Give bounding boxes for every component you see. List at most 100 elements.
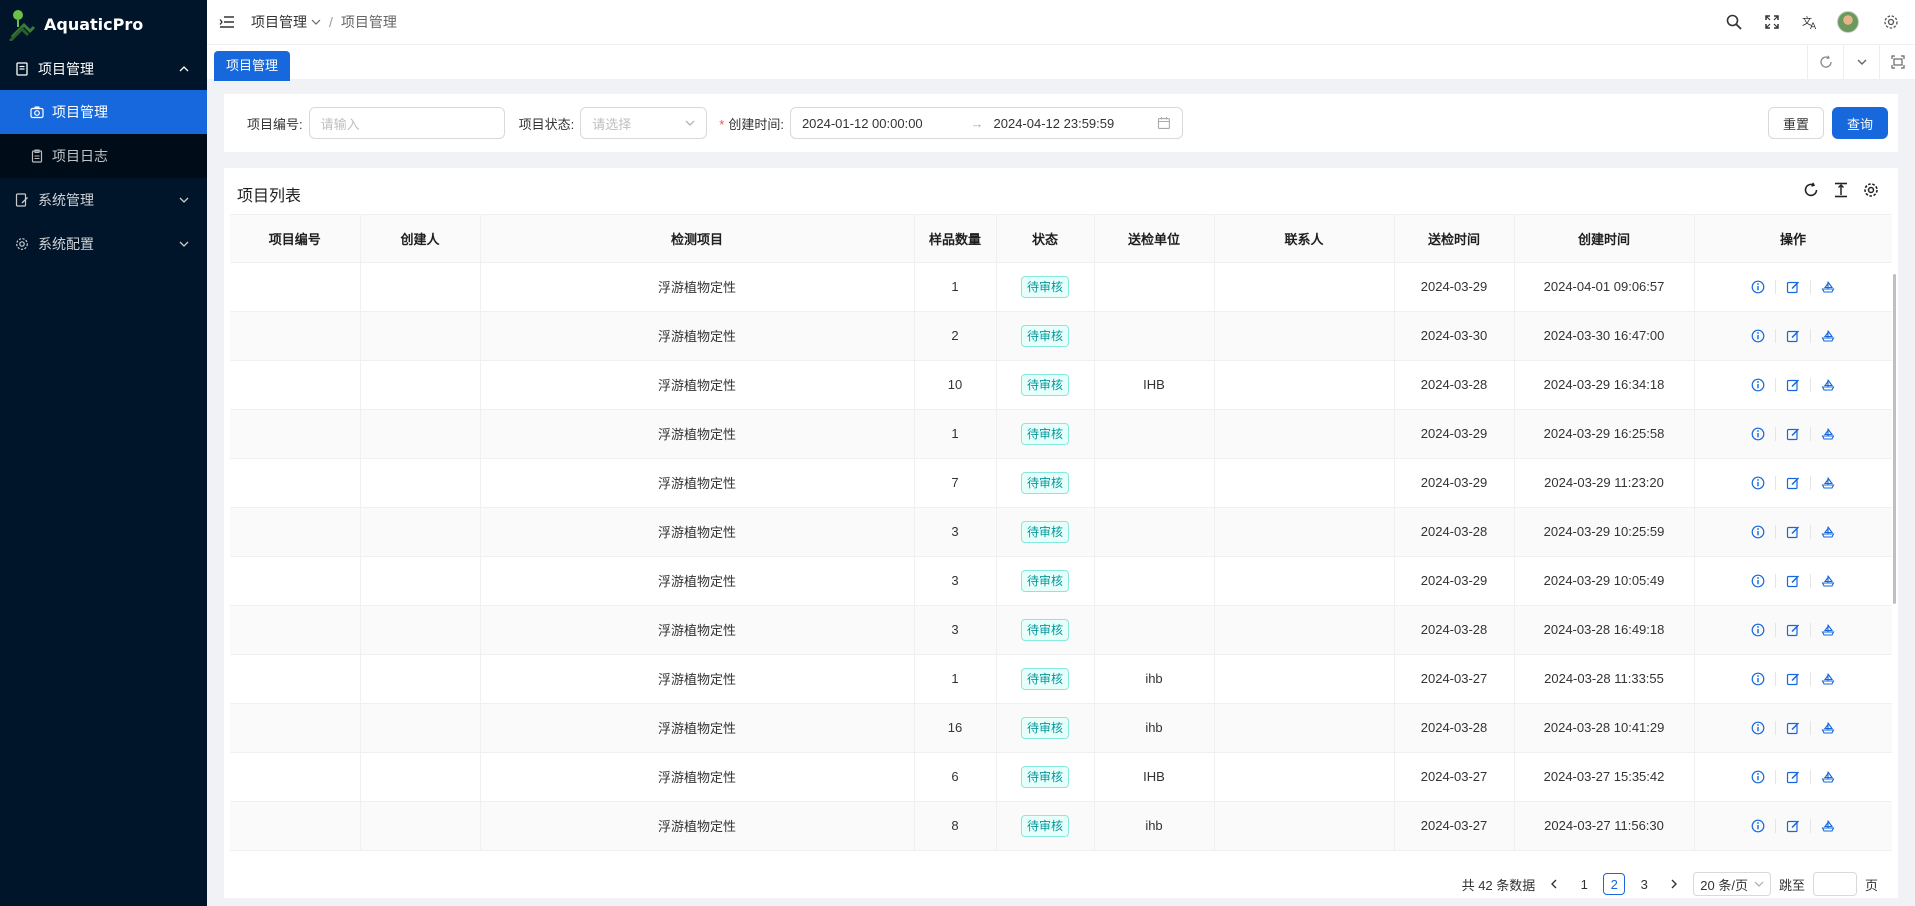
info-icon[interactable]: [1750, 377, 1766, 393]
fullscreen-icon[interactable]: [1753, 0, 1791, 44]
ship-icon[interactable]: [1820, 475, 1836, 491]
page-1[interactable]: 1: [1573, 873, 1595, 895]
camera-icon: [30, 105, 44, 119]
query-button[interactable]: 查询: [1831, 107, 1888, 139]
refresh-icon[interactable]: [1796, 178, 1826, 202]
ship-icon[interactable]: [1820, 426, 1836, 442]
edit-icon[interactable]: [1785, 475, 1801, 491]
table-row[interactable]: 浮游植物定性 10 待审核 IHB 2024-03-28 2024-03-29 16:34…: [230, 360, 1892, 410]
ship-icon[interactable]: [1820, 279, 1836, 295]
ship-icon[interactable]: [1820, 328, 1836, 344]
table-scrollbar[interactable]: [1893, 274, 1896, 604]
menu-fold-icon[interactable]: [217, 12, 237, 32]
table-row[interactable]: 浮游植物定性 2 待审核 2024-03-30 2024-03-30 16:47:00: [230, 311, 1892, 361]
date-start[interactable]: 2024-01-12 00:00:00: [802, 116, 961, 131]
table-row[interactable]: 浮游植物定性 1 待审核 2024-03-29 2024-03-29 16:25:58: [230, 409, 1892, 459]
menu-group-system-management[interactable]: 系统管理: [0, 178, 207, 222]
edit-icon[interactable]: [1785, 279, 1801, 295]
chevron-down-icon[interactable]: [311, 17, 321, 27]
info-icon[interactable]: [1750, 720, 1766, 736]
cell-project-no: [230, 556, 361, 606]
table-row[interactable]: 浮游植物定性 1 待审核 ihb 2024-03-27 2024-03-28 11:33:…: [230, 654, 1892, 704]
search-icon[interactable]: [1715, 0, 1753, 44]
ship-icon[interactable]: [1820, 377, 1836, 393]
table-row[interactable]: 浮游植物定性 3 待审核 2024-03-29 2024-03-29 10:05:49: [230, 556, 1892, 606]
settings-icon[interactable]: [1867, 0, 1915, 44]
info-icon[interactable]: [1750, 818, 1766, 834]
cell-test-item: 浮游植物定性: [480, 654, 915, 704]
project-no-input[interactable]: 请输入: [308, 107, 505, 139]
cell-sample-count: 8: [914, 801, 997, 851]
edit-icon[interactable]: [1785, 769, 1801, 785]
table-row[interactable]: 浮游植物定性 7 待审核 2024-03-29 2024-03-29 11:23:20: [230, 458, 1892, 508]
tab-tools: [1807, 45, 1915, 79]
table-row[interactable]: 浮游植物定性 3 待审核 2024-03-28 2024-03-28 16:49:18: [230, 605, 1892, 655]
edit-icon[interactable]: [1785, 377, 1801, 393]
avatar[interactable]: [1829, 0, 1867, 44]
edit-icon[interactable]: [1785, 671, 1801, 687]
info-icon[interactable]: [1750, 622, 1766, 638]
breadcrumb-item[interactable]: 项目管理: [251, 12, 307, 32]
jump-page-input[interactable]: [1812, 872, 1857, 896]
table-row[interactable]: 浮游植物定性 6 待审核 IHB 2024-03-27 2024-03-27 15:35:…: [230, 752, 1892, 802]
edit-icon[interactable]: [1785, 720, 1801, 736]
date-range-picker[interactable]: 2024-01-12 00:00:00 → 2024-04-12 23:59:5…: [789, 107, 1183, 139]
prev-page-icon[interactable]: [1543, 873, 1565, 895]
column-header: 创建人: [360, 215, 481, 263]
info-icon[interactable]: [1750, 573, 1766, 589]
info-icon[interactable]: [1750, 524, 1766, 540]
table-row[interactable]: 浮游植物定性 16 待审核 ihb 2024-03-28 2024-03-28 10:41…: [230, 703, 1892, 753]
date-end[interactable]: 2024-04-12 23:59:59: [994, 116, 1158, 131]
cell-created-time: 2024-03-27 11:56:30: [1514, 801, 1695, 851]
cell-unit: [1094, 409, 1215, 459]
info-icon[interactable]: [1750, 671, 1766, 687]
cell-project-no: [230, 311, 361, 361]
cell-status: 待审核: [996, 409, 1095, 459]
divider: [1775, 328, 1776, 343]
page-size-select[interactable]: 20 条/页: [1693, 872, 1771, 896]
info-icon[interactable]: [1750, 426, 1766, 442]
info-icon[interactable]: [1750, 328, 1766, 344]
sidebar-item-project-log[interactable]: 项目日志: [0, 134, 207, 178]
table-row[interactable]: 浮游植物定性 3 待审核 2024-03-28 2024-03-29 10:25:59: [230, 507, 1892, 557]
menu-group-project[interactable]: 项目管理: [0, 48, 207, 90]
column-height-icon[interactable]: [1826, 178, 1856, 202]
total-count: 共 42 条数据: [1461, 877, 1536, 893]
status-select[interactable]: 请选择: [580, 107, 708, 139]
reset-button[interactable]: 重置: [1767, 107, 1824, 139]
cell-actions: [1694, 801, 1892, 851]
reload-icon[interactable]: [1807, 45, 1843, 79]
edit-icon[interactable]: [1785, 818, 1801, 834]
info-icon[interactable]: [1750, 475, 1766, 491]
ship-icon[interactable]: [1820, 769, 1836, 785]
translate-icon[interactable]: 文A: [1791, 0, 1829, 44]
edit-icon[interactable]: [1785, 573, 1801, 589]
cell-sample-count: 1: [914, 409, 997, 459]
cell-created-time: 2024-03-29 16:25:58: [1514, 409, 1695, 459]
ship-icon[interactable]: [1820, 720, 1836, 736]
ship-icon[interactable]: [1820, 622, 1836, 638]
ship-icon[interactable]: [1820, 671, 1836, 687]
edit-icon[interactable]: [1785, 328, 1801, 344]
logo-icon: [8, 10, 36, 41]
sidebar-item-project-management[interactable]: 项目管理: [0, 90, 207, 134]
table-row[interactable]: 浮游植物定性 8 待审核 ihb 2024-03-27 2024-03-27 11:56:…: [230, 801, 1892, 851]
edit-icon[interactable]: [1785, 524, 1801, 540]
expand-icon[interactable]: [1879, 45, 1915, 79]
ship-icon[interactable]: [1820, 524, 1836, 540]
edit-icon[interactable]: [1785, 622, 1801, 638]
menu-group-system-config[interactable]: 系统配置: [0, 222, 207, 266]
setting-icon[interactable]: [1856, 178, 1886, 202]
page-3[interactable]: 3: [1633, 873, 1655, 895]
edit-icon[interactable]: [1785, 426, 1801, 442]
next-page-icon[interactable]: [1663, 873, 1685, 895]
page-2[interactable]: 2: [1603, 873, 1626, 895]
ship-icon[interactable]: [1820, 573, 1836, 589]
table-row[interactable]: 浮游植物定性 1 待审核 2024-03-29 2024-04-01 09:06:57: [230, 262, 1892, 312]
chevron-down-icon[interactable]: [1843, 45, 1879, 79]
tab-project-management[interactable]: 项目管理: [214, 51, 291, 81]
info-icon[interactable]: [1750, 279, 1766, 295]
info-icon[interactable]: [1750, 769, 1766, 785]
cell-send-date: 2024-03-27: [1394, 801, 1515, 851]
ship-icon[interactable]: [1820, 818, 1836, 834]
